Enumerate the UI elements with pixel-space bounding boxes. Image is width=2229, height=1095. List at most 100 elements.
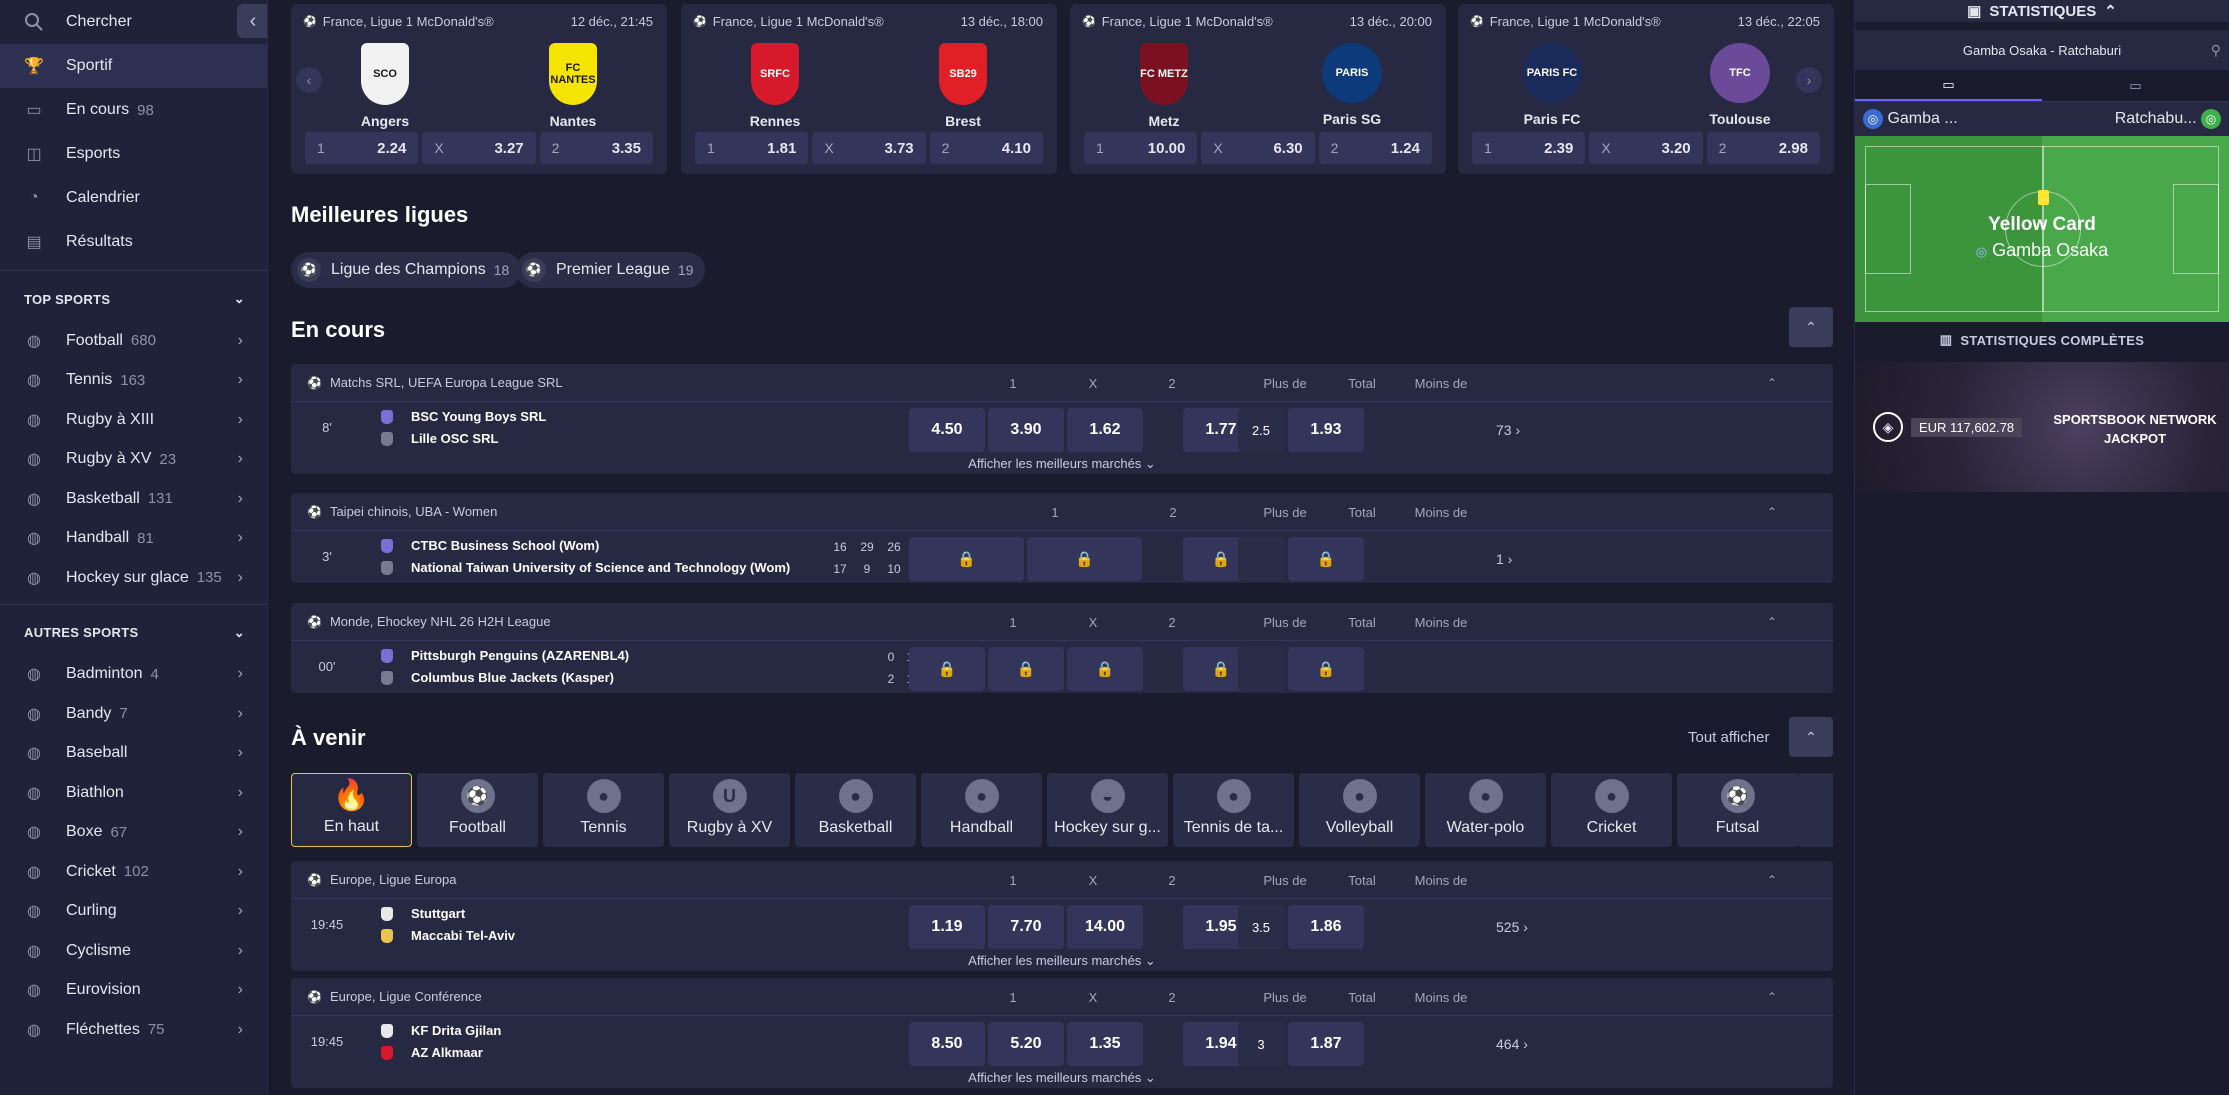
tab-tennis[interactable]: ● Tennis: [543, 773, 664, 847]
featured-team-away[interactable]: TFC Toulouse: [1680, 43, 1800, 127]
league-chip-ligue-des-champions[interactable]: ⚽ Ligue des Champions 18: [291, 252, 522, 288]
sport-item-flechettes[interactable]: ◍ Fléchettes 75 ›: [0, 1010, 267, 1050]
sport-item-basketball[interactable]: ◍ Basketball 131 ›: [0, 479, 267, 519]
sport-item-boxe[interactable]: ◍ Boxe 67 ›: [0, 813, 267, 853]
collapse-sidebar-button[interactable]: ‹: [237, 4, 267, 38]
odds-under-button[interactable]: 1.86: [1288, 905, 1364, 949]
tab-stats[interactable]: ▭: [2042, 70, 2229, 101]
odds-button-2[interactable]: 1.62: [1067, 408, 1143, 452]
event-row[interactable]: 19:45StuttgartMaccabi Tel-Aviv▥1.197.701…: [291, 899, 1833, 951]
odds-button-2[interactable]: 14.00: [1067, 905, 1143, 949]
odds-button-x[interactable]: 7.70: [988, 905, 1064, 949]
tab-hockey-sur-g[interactable]: ◒ Hockey sur g...: [1047, 773, 1168, 847]
odds-button-2[interactable]: 2 2.98: [1706, 132, 1820, 164]
featured-match-card[interactable]: ⚽ France, Ligue 1 McDonald's® 12 déc., 21:…: [291, 4, 667, 174]
odds-button-x[interactable]: X 3.20: [1589, 132, 1703, 164]
tab-live-tracker[interactable]: ▭: [1855, 70, 2042, 101]
sport-tab-overflow[interactable]: [1797, 773, 1833, 847]
event-row[interactable]: 00' Pittsburgh Penguins (AZARENBL4) Columb…: [291, 641, 1833, 693]
featured-team-home[interactable]: FC METZ Metz: [1104, 43, 1224, 129]
league-chip-premier-league[interactable]: ⚽ Premier League 19: [516, 252, 706, 288]
sidebar-item-resultats[interactable]: ▤ Résultats: [0, 220, 267, 264]
tab-water-polo[interactable]: ● Water-polo: [1425, 773, 1546, 847]
event-row[interactable]: 8'BSC Young Boys SRLLille OSC SRL00004.5…: [291, 402, 1833, 454]
odds-under-button[interactable]: 1.87: [1288, 1022, 1364, 1066]
other-sports-header[interactable]: AUTRES SPORTS ⌄: [0, 611, 267, 655]
sport-item-curling[interactable]: ◍ Curling ›: [0, 892, 267, 932]
chevron-up-icon[interactable]: ⌃: [1767, 505, 1777, 519]
tab-basketball[interactable]: ● Basketball: [795, 773, 916, 847]
featured-team-home[interactable]: SRFC Rennes: [715, 43, 835, 129]
chevron-up-icon[interactable]: ⌃: [1767, 873, 1777, 887]
sport-item-tennis[interactable]: ◍ Tennis 163 ›: [0, 361, 267, 401]
tab-volleyball[interactable]: ● Volleyball: [1299, 773, 1420, 847]
featured-team-away[interactable]: FC NANTES Nantes: [513, 43, 633, 129]
odds-button-2[interactable]: 1.35: [1067, 1022, 1143, 1066]
event-row[interactable]: 3' CTBC Business School (Wom) National Tai…: [291, 531, 1833, 583]
featured-match-card[interactable]: ⚽ France, Ligue 1 McDonald's® 13 déc., 20:…: [1070, 4, 1446, 174]
odds-button-x[interactable]: X 3.27: [422, 132, 536, 164]
sidebar-item-calendrier[interactable]: ◔ Calendrier: [0, 176, 267, 220]
collapse-upcoming-button[interactable]: ⌃: [1789, 717, 1833, 757]
chevron-up-icon[interactable]: ⌃: [1767, 615, 1777, 629]
sport-item-rugby-a-xv[interactable]: ◍ Rugby à XV 23 ›: [0, 440, 267, 480]
odds-button-1[interactable]: 1 2.24: [305, 132, 419, 164]
odds-button-2[interactable]: 2 1.24: [1318, 132, 1432, 164]
tab-rugby-a-xv[interactable]: U Rugby à XV: [669, 773, 790, 847]
featured-team-home[interactable]: SCO Angers: [325, 43, 445, 129]
sport-item-handball[interactable]: ◍ Handball 81 ›: [0, 519, 267, 559]
sidebar-item-en-cours[interactable]: ▭ En cours 98: [0, 88, 267, 132]
carousel-next-button[interactable]: ›: [1796, 67, 1822, 93]
show-best-markets-link[interactable]: Afficher les meilleurs marchés ⌄: [291, 454, 1833, 474]
more-markets-link[interactable]: 525 ›: [1496, 919, 1528, 935]
top-sports-header[interactable]: TOP SPORTS ⌄: [0, 277, 267, 321]
tracked-match[interactable]: Gamba Osaka - Ratchaburi ⚲: [1855, 30, 2229, 70]
pin-icon[interactable]: ⚲: [2211, 42, 2221, 59]
tab-handball[interactable]: ● Handball: [921, 773, 1042, 847]
odds-button-1[interactable]: 1 1.81: [695, 132, 809, 164]
sport-item-hockey-sur-glace[interactable]: ◍ Hockey sur glace 135 ›: [0, 558, 267, 598]
odds-button-x[interactable]: X 6.30: [1201, 132, 1315, 164]
sidebar-item-esports[interactable]: ◫ Esports: [0, 132, 267, 176]
carousel-prev-button[interactable]: ‹: [296, 67, 322, 93]
sport-item-rugby-a-xiii[interactable]: ◍ Rugby à XIII ›: [0, 400, 267, 440]
featured-team-home[interactable]: PARIS FC Paris FC: [1492, 43, 1612, 127]
sport-item-baseball[interactable]: ◍ Baseball ›: [0, 734, 267, 774]
sport-item-eurovision[interactable]: ◍ Eurovision ›: [0, 971, 267, 1011]
featured-match-card[interactable]: ⚽ France, Ligue 1 McDonald's® 13 déc., 22:…: [1458, 4, 1834, 174]
featured-team-away[interactable]: PARIS Paris SG: [1292, 43, 1412, 129]
sport-item-football[interactable]: ◍ Football 680 ›: [0, 321, 267, 361]
featured-team-away[interactable]: SB29 Brest: [903, 43, 1023, 129]
search-button[interactable]: Chercher ‹: [0, 0, 267, 44]
show-best-markets-link[interactable]: Afficher les meilleurs marchés ⌄: [291, 951, 1833, 971]
odds-button-1[interactable]: 8.50: [909, 1022, 985, 1066]
more-markets-link[interactable]: 464 ›: [1496, 1036, 1528, 1052]
tab-en-haut[interactable]: 🔥 En haut: [291, 773, 412, 847]
more-markets-link[interactable]: 73 ›: [1496, 422, 1520, 438]
sport-item-biathlon[interactable]: ◍ Biathlon ›: [0, 773, 267, 813]
show-all-link[interactable]: Tout afficher: [1688, 729, 1769, 746]
jackpot-banner[interactable]: ◈ EUR 117,602.78 SPORTSBOOK NETWORK JACK…: [1855, 362, 2229, 492]
sidebar-item-sportif[interactable]: 🏆 Sportif: [0, 44, 267, 88]
tab-futsal[interactable]: ⚽ Futsal: [1677, 773, 1798, 847]
sport-item-bandy[interactable]: ◍ Bandy 7 ›: [0, 694, 267, 734]
collapse-live-button[interactable]: ⌃: [1789, 307, 1833, 347]
sport-item-cyclisme[interactable]: ◍ Cyclisme ›: [0, 931, 267, 971]
odds-button-1[interactable]: 1 10.00: [1084, 132, 1198, 164]
odds-under-button[interactable]: 1.93: [1288, 408, 1364, 452]
tab-tennis-de-ta[interactable]: ● Tennis de ta...: [1173, 773, 1294, 847]
event-row[interactable]: 19:45KF Drita GjilanAZ Alkmaar▥8.505.201…: [291, 1016, 1833, 1068]
chevron-up-icon[interactable]: ⌃: [1767, 990, 1777, 1004]
odds-button-1[interactable]: 4.50: [909, 408, 985, 452]
odds-button-2[interactable]: 2 3.35: [539, 132, 653, 164]
tab-cricket[interactable]: ● Cricket: [1551, 773, 1672, 847]
show-best-markets-link[interactable]: Afficher les meilleurs marchés ⌄: [291, 1068, 1833, 1088]
odds-button-x[interactable]: 3.90: [988, 408, 1064, 452]
odds-button-x[interactable]: 5.20: [988, 1022, 1064, 1066]
odds-button-1[interactable]: 1 2.39: [1472, 132, 1586, 164]
tab-football[interactable]: ⚽ Football: [417, 773, 538, 847]
sport-item-badminton[interactable]: ◍ Badminton 4 ›: [0, 655, 267, 695]
full-stats-link[interactable]: ▥ STATISTIQUES COMPLÈTES: [1855, 322, 2229, 358]
more-markets-link[interactable]: 1 ›: [1496, 551, 1512, 567]
odds-button-x[interactable]: X 3.73: [812, 132, 926, 164]
